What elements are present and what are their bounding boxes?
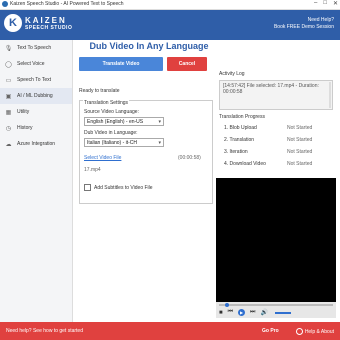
progress-step-status: Not Started — [287, 161, 313, 167]
document-icon: ▭ — [5, 77, 12, 84]
app-icon — [2, 1, 8, 7]
need-help-link[interactable]: Need Help? — [274, 17, 334, 24]
settings-legend: Translation Settings — [83, 100, 130, 106]
sidebar-item-history[interactable]: ◷ History — [0, 120, 72, 136]
progress-step-label: 1. Blob Upload — [224, 125, 257, 131]
translation-settings-group: Translation Settings Source Video Langua… — [79, 100, 213, 204]
grid-icon: ▦ — [5, 109, 12, 116]
sidebar-item-azure-integration[interactable]: ☁ Azure Integration — [0, 136, 72, 152]
log-scrollbar[interactable] — [329, 82, 331, 108]
source-language-label: Source Video Language: — [84, 109, 139, 115]
help-box[interactable]: Need Help? Book FREE Demo Session — [274, 17, 334, 31]
progress-step-label: 2. Translation — [224, 137, 255, 143]
progress-row: 4. Download Video Not Started — [219, 158, 333, 169]
help-about-link[interactable]: Help & About — [295, 328, 334, 335]
activity-log-title: Activity Log — [219, 71, 245, 77]
logo: K KAIZEN SPEECH STUDIO — [4, 14, 72, 32]
add-subtitles-label: Add Subtitles to Video File — [94, 184, 153, 191]
progress-step-label: 3. Iteration — [224, 149, 248, 155]
sidebar-item-label: Speech To Text — [17, 77, 52, 83]
progress-step-label: 4. Download Video — [224, 161, 266, 167]
sidebar-item-label: Select Voice — [17, 61, 45, 67]
video-file-name: 17.mp4 — [84, 167, 101, 173]
close-button[interactable]: ✕ — [333, 0, 338, 7]
activity-log-text: [14:57:42] File selected: 17.mp4 - Durat… — [223, 83, 319, 95]
activity-log[interactable]: [14:57:42] File selected: 17.mp4 - Durat… — [219, 80, 333, 110]
progress-step-status: Not Started — [287, 125, 313, 131]
logo-main: KAIZEN — [25, 15, 67, 25]
progress-row: 2. Translation Not Started — [219, 134, 333, 145]
main-panel: Dub Video In Any Language Translate Vide… — [73, 40, 340, 322]
next-icon[interactable]: ⏭ — [250, 309, 255, 316]
progress-step-status: Not Started — [287, 149, 313, 155]
volume-icon[interactable]: 🔊 — [260, 309, 267, 316]
sidebar-item-speech-to-text[interactable]: ▭ Speech To Text — [0, 72, 72, 88]
history-icon: ◷ — [5, 125, 12, 132]
play-icon[interactable]: ▶ — [238, 309, 246, 316]
help-icon — [295, 328, 303, 335]
window-titlebar: Kaizen Speech Studio - AI Powered Text t… — [0, 0, 340, 10]
window-controls: – □ ✕ — [314, 0, 338, 7]
logo-sub: SPEECH STUDIO — [25, 24, 73, 31]
stop-icon[interactable]: ■ — [219, 310, 223, 316]
sidebar-item-utility[interactable]: ▦ Utility — [0, 104, 72, 120]
footer-bar: Need help? See how to get started Go Pro… — [0, 322, 340, 340]
book-demo-link[interactable]: Book FREE Demo Session — [274, 24, 334, 31]
logo-mark-letter: K — [9, 17, 17, 29]
sidebar-item-label: AI / ML Dubbing — [17, 93, 53, 99]
video-seek-bar[interactable] — [219, 303, 333, 307]
maximize-button[interactable]: □ — [323, 0, 327, 7]
chevron-down-icon: ▾ — [158, 119, 161, 125]
sidebar-item-label: Azure Integration — [17, 141, 56, 147]
volume-slider[interactable] — [274, 311, 291, 314]
logo-text: KAIZEN SPEECH STUDIO — [25, 16, 72, 31]
video-preview[interactable] — [216, 178, 336, 318]
checkbox-box[interactable] — [84, 184, 91, 191]
sidebar: 🎙 Text To Speech ◯ Select Voice ▭ Speech… — [0, 40, 73, 322]
cloud-icon: ☁ — [5, 141, 12, 148]
progress-row: 3. Iteration Not Started — [219, 146, 333, 157]
select-video-file-link[interactable]: Select Video File — [84, 155, 121, 161]
sidebar-item-label: Text To Speech — [17, 45, 52, 51]
sidebar-item-ai-ml-dubbing[interactable]: ▣ AI / ML Dubbing — [0, 88, 72, 104]
video-controls: ■ ⏮ ▶ ⏭ 🔊 — [216, 302, 336, 318]
translation-progress-title: Translation Progress — [219, 114, 265, 120]
add-subtitles-checkbox[interactable]: Add Subtitles to Video File — [84, 184, 153, 191]
go-pro-link[interactable]: Go Pro — [262, 328, 279, 334]
video-buttons: ■ ⏮ ▶ ⏭ 🔊 — [219, 309, 291, 316]
status-text: Ready to translate — [79, 88, 120, 94]
sidebar-item-label: History — [17, 125, 33, 131]
chevron-down-icon: ▾ — [158, 140, 161, 146]
get-started-link[interactable]: Need help? See how to get started — [6, 328, 83, 334]
video-duration: (00:00:58) — [178, 155, 201, 161]
translate-video-button[interactable]: Translate Video — [79, 57, 163, 71]
sidebar-item-text-to-speech[interactable]: 🎙 Text To Speech — [0, 40, 72, 56]
minimize-button[interactable]: – — [314, 0, 317, 7]
app-header: K KAIZEN SPEECH STUDIO Need Help? Book F… — [0, 10, 340, 40]
person-icon: ◯ — [5, 61, 12, 68]
sidebar-item-select-voice[interactable]: ◯ Select Voice — [0, 56, 72, 72]
source-language-select[interactable]: English (English) - en-US ▾ — [84, 117, 164, 126]
logo-mark-icon: K — [4, 14, 22, 32]
dub-language-value: Italian (Italiano) - it-CH — [87, 139, 138, 146]
microphone-icon: 🎙 — [4, 45, 13, 52]
seek-thumb[interactable] — [225, 303, 229, 307]
help-about-label: Help & About — [304, 328, 334, 335]
dub-language-select[interactable]: Italian (Italiano) - it-CH ▾ — [84, 138, 164, 147]
dub-language-label: Dub Video in Language: — [84, 130, 138, 136]
cancel-button[interactable]: Cancel — [167, 57, 207, 71]
sidebar-item-label: Utility — [17, 109, 30, 115]
dubbing-icon: ▣ — [5, 93, 12, 100]
progress-row: 1. Blob Upload Not Started — [219, 122, 333, 133]
progress-step-status: Not Started — [287, 137, 313, 143]
window-title: Kaizen Speech Studio - AI Powered Text t… — [10, 1, 124, 7]
previous-icon[interactable]: ⏮ — [228, 309, 233, 316]
page-title: Dub Video In Any Language — [89, 41, 209, 51]
source-language-value: English (English) - en-US — [87, 118, 144, 125]
